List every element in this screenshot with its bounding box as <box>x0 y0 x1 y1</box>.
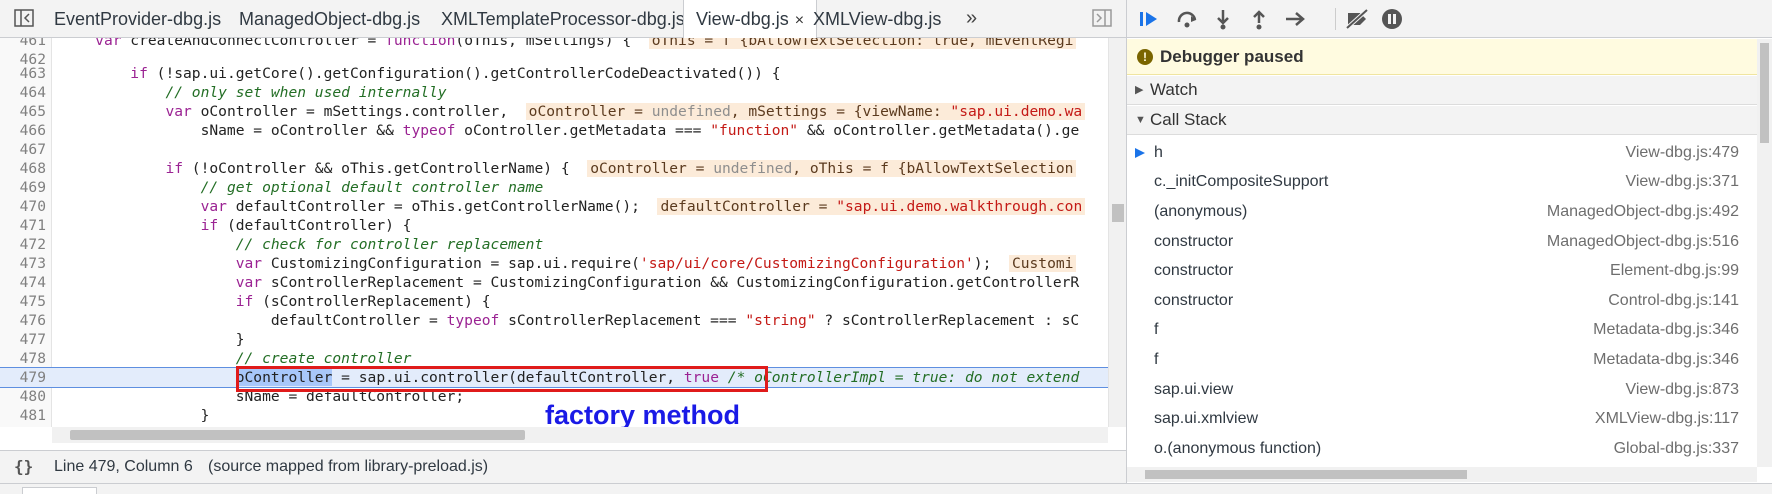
toggle-debugger-pane-icon[interactable] <box>1092 9 1112 27</box>
tab-view-active[interactable]: View-dbg.js × <box>683 0 818 39</box>
editor-status-bar: {} Line 479, Column 6 (source mapped fro… <box>0 450 1126 483</box>
code-line: 474 var sControllerReplacement = Customi… <box>19 274 1080 291</box>
deactivate-breakpoints-icon[interactable] <box>1345 8 1369 30</box>
code-line: 470 var defaultController = oThis.getCon… <box>0 197 1108 216</box>
scroll-thumb[interactable] <box>1760 43 1769 143</box>
code-line: 466 sName = oController && typeof oContr… <box>19 122 1080 139</box>
collapse-triangle-icon: ▼ <box>1135 114 1146 126</box>
tab-xmltemplateprocessor[interactable]: XMLTemplateProcessor-dbg.js <box>429 0 697 38</box>
tab-managedobject[interactable]: ManagedObject-dbg.js <box>227 0 432 38</box>
code-line: 471 if (defaultController) { <box>19 217 412 234</box>
code-line: 475 if (sControllerReplacement) { <box>19 293 491 310</box>
source-map-info[interactable]: (source mapped from library-preload.js) <box>208 451 488 483</box>
call-frame[interactable]: (anonymous) ManagedObject-dbg.js:492 <box>1127 197 1757 226</box>
sidebar-vertical-scrollbar[interactable] <box>1757 39 1772 467</box>
debugger-sidebar: ! Debugger paused ▶ Watch ▼ Call Stack h… <box>1127 0 1772 494</box>
info-icon: ! <box>1137 49 1153 65</box>
editor-horizontal-scrollbar[interactable] <box>52 427 1108 443</box>
editor-vertical-scrollbar[interactable] <box>1108 38 1126 427</box>
source-editor-pane: EventProvider-dbg.js ManagedObject-dbg.j… <box>0 0 1126 494</box>
step-out-icon[interactable] <box>1247 8 1271 30</box>
code-line: 472 // check for controller replacement <box>19 236 544 253</box>
toggle-navigator-icon[interactable] <box>14 9 34 27</box>
editor-tab-bar: EventProvider-dbg.js ManagedObject-dbg.j… <box>0 0 1126 39</box>
watch-section-header[interactable]: ▶ Watch <box>1127 76 1757 105</box>
debugger-toolbar <box>1127 0 1772 38</box>
call-frame[interactable]: sap.ui.xmlview XMLView-dbg.js:117 <box>1127 404 1757 433</box>
call-frame[interactable]: c._initCompositeSupport View-dbg.js:371 <box>1127 167 1757 196</box>
scroll-thumb[interactable] <box>1145 470 1467 479</box>
call-frame[interactable]: constructor ManagedObject-dbg.js:516 <box>1127 227 1757 256</box>
code-line: 461 var createAndConnectController = fun… <box>0 38 1108 50</box>
code-line: 463 if (!sap.ui.getCore().getConfigurati… <box>19 65 781 82</box>
call-frame[interactable]: constructor Element-dbg.js:99 <box>1127 256 1757 285</box>
code-line: 467 <box>19 141 46 158</box>
sidebar-horizontal-scrollbar[interactable] <box>1127 467 1757 482</box>
drawer-tab[interactable] <box>22 487 97 494</box>
toolbar-divider <box>1335 8 1336 30</box>
pretty-print-icon[interactable]: {} <box>14 451 33 483</box>
code-line: 476 defaultController = typeof sControll… <box>19 312 1080 329</box>
step-into-icon[interactable] <box>1211 8 1235 30</box>
current-frame-arrow-icon <box>1135 148 1145 158</box>
call-stack-section-header[interactable]: ▼ Call Stack <box>1127 106 1757 135</box>
call-frame[interactable]: f Metadata-dbg.js:346 <box>1127 315 1757 344</box>
code-line: 473 var CustomizingConfiguration = sap.u… <box>0 254 1108 273</box>
code-line: 464 // only set when used internally <box>19 84 447 101</box>
more-tabs-chevron-icon[interactable]: » <box>966 0 977 38</box>
resume-icon[interactable] <box>1137 8 1161 30</box>
call-frame[interactable]: sap.ui.view View-dbg.js:873 <box>1127 375 1757 404</box>
call-frame[interactable]: o.(anonymous function) Global-dbg.js:337 <box>1127 434 1757 463</box>
code-line: 477 } <box>19 331 245 348</box>
pause-on-exceptions-icon[interactable] <box>1380 8 1404 30</box>
scroll-thumb[interactable] <box>70 430 525 440</box>
expand-triangle-icon: ▶ <box>1135 84 1144 96</box>
step-over-icon[interactable] <box>1175 8 1199 30</box>
step-icon[interactable] <box>1283 8 1307 30</box>
call-frame[interactable]: constructor Control-dbg.js:141 <box>1127 286 1757 315</box>
highlight-box <box>236 366 768 392</box>
scroll-thumb[interactable] <box>1112 204 1124 222</box>
call-frame-current[interactable]: h View-dbg.js:479 <box>1127 138 1757 167</box>
code-line: 465 var oController = mSettings.controll… <box>0 102 1108 121</box>
tab-xmlview[interactable]: XMLView-dbg.js <box>801 0 953 38</box>
code-line: 469 // get optional default controller n… <box>19 179 544 196</box>
cursor-position: Line 479, Column 6 <box>54 458 193 475</box>
drawer-strip <box>0 483 1772 494</box>
call-frame[interactable]: f Metadata-dbg.js:346 <box>1127 345 1757 374</box>
code-line: 468 if (!oController && oThis.getControl… <box>0 159 1108 178</box>
tab-eventprovider[interactable]: EventProvider-dbg.js <box>42 0 233 38</box>
debugger-paused-banner: ! Debugger paused <box>1127 39 1757 75</box>
